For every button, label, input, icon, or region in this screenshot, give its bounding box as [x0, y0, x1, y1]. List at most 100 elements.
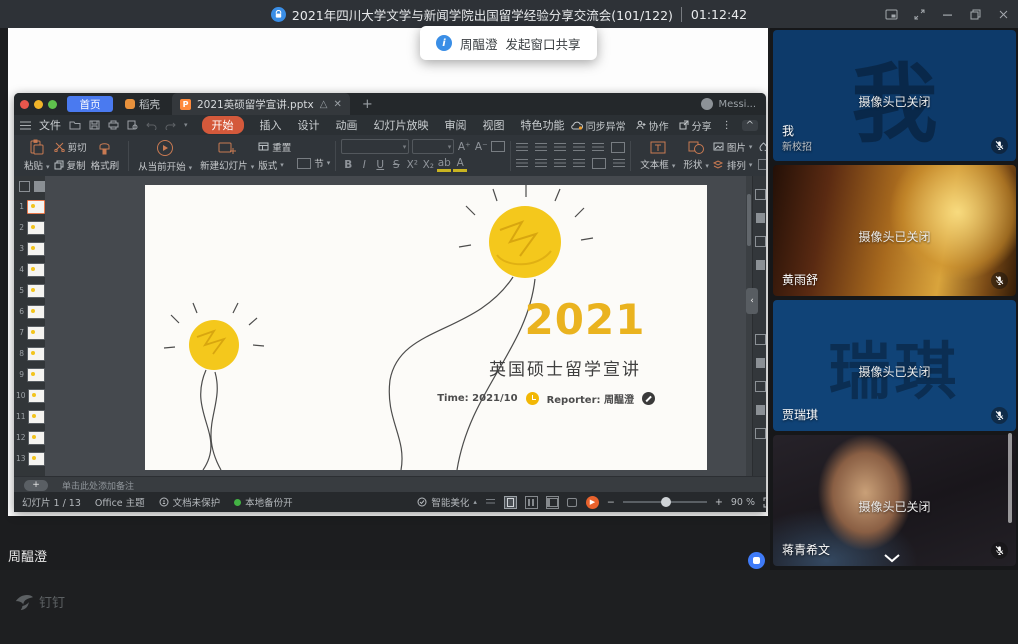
menu-tab-view[interactable]: 视图: [483, 117, 505, 133]
shapes-button[interactable]: 形状 ▾: [679, 140, 713, 171]
section-button[interactable]: 节▾: [297, 156, 330, 170]
highlight-color-button[interactable]: ab: [437, 157, 451, 172]
strikethrough-button[interactable]: S: [389, 159, 403, 171]
video-tile-jia[interactable]: 瑞琪 摄像头已关闭 贾瑞琪: [773, 300, 1016, 431]
minimize-icon[interactable]: [941, 8, 954, 21]
subscript-button[interactable]: X₂: [421, 159, 435, 171]
notes-placeholder[interactable]: 单击此处添加备注: [62, 479, 134, 492]
format-painter-button[interactable]: 格式刷: [87, 140, 124, 172]
font-family-select[interactable]: ▾: [341, 139, 409, 154]
mac-close-dot[interactable]: [20, 100, 29, 109]
layout-button[interactable]: 版式▾: [258, 158, 291, 172]
slide-thumbnail[interactable]: 6: [14, 301, 45, 322]
zoom-slider[interactable]: [623, 501, 707, 503]
slide-thumbnail-preview[interactable]: [28, 389, 45, 403]
play-slideshow-button[interactable]: ▶: [586, 496, 599, 509]
slide-thumbnail[interactable]: 9: [14, 364, 45, 385]
video-tile-self[interactable]: 我 摄像头已关闭 我 新校招: [773, 30, 1016, 161]
font-size-select[interactable]: ▾: [412, 139, 454, 154]
undo-icon[interactable]: [146, 121, 157, 130]
superscript-button[interactable]: X²: [405, 159, 419, 171]
notes-toggle-icon[interactable]: [485, 497, 496, 508]
arrange-button[interactable]: 排列▾: [713, 158, 753, 172]
eraser-tool-icon[interactable]: [756, 358, 765, 368]
copy-button[interactable]: 复制: [54, 158, 87, 172]
slide-thumbnail-preview[interactable]: [27, 263, 45, 277]
underline-button[interactable]: U: [373, 159, 387, 171]
open-folder-icon[interactable]: [69, 120, 81, 130]
mac-zoom-dot[interactable]: [48, 100, 57, 109]
slide-thumbnail-preview[interactable]: [27, 305, 45, 319]
slide-thumbnail[interactable]: 8: [14, 343, 45, 364]
collaborate-button[interactable]: 协作: [636, 118, 669, 133]
menu-tab-insert[interactable]: 插入: [260, 117, 282, 133]
new-tab-button[interactable]: +: [362, 97, 373, 112]
style-brush-icon[interactable]: [756, 213, 765, 223]
redo-icon[interactable]: [165, 121, 176, 130]
zoom-out-button[interactable]: −: [607, 497, 615, 508]
slide-thumbnail-preview[interactable]: [27, 347, 45, 361]
theme-name[interactable]: Office 主题: [95, 495, 145, 509]
wps-docer-tab[interactable]: 稻壳: [125, 97, 160, 112]
columns-icon[interactable]: [592, 158, 606, 169]
add-note-button[interactable]: +: [24, 480, 48, 491]
clear-format-icon[interactable]: [491, 141, 505, 152]
slide-canvas[interactable]: 2021 英国硕士留学宣讲 Time: 2021/10 Reporter: 周醖…: [45, 176, 746, 476]
slide-thumbnail[interactable]: 13: [14, 448, 45, 469]
paste-button[interactable]: 粘贴 ▾: [20, 139, 54, 172]
sync-status-button[interactable]: 同步异常: [571, 118, 626, 133]
bullet-list-icon[interactable]: [516, 143, 528, 152]
slideshow-view-icon[interactable]: [567, 497, 578, 508]
text-direction-icon[interactable]: [611, 142, 625, 153]
restore-icon[interactable]: [969, 8, 982, 21]
reading-view-icon[interactable]: [546, 496, 559, 509]
slide-thumbnail-preview[interactable]: [27, 221, 45, 235]
slide-thumbnail[interactable]: 7: [14, 322, 45, 343]
fill-button[interactable]: 填充▾: [758, 140, 766, 154]
chart-tool-icon[interactable]: [756, 260, 765, 270]
normal-view-icon[interactable]: [504, 496, 517, 509]
slides-view-icon[interactable]: [34, 181, 45, 192]
close-icon[interactable]: [997, 8, 1010, 21]
sidebar-scrollbar-thumb[interactable]: [1008, 433, 1012, 523]
wps-account[interactable]: Messi...: [701, 98, 756, 110]
slide-thumbnail-preview[interactable]: [27, 242, 45, 256]
menu-tab-design[interactable]: 设计: [298, 117, 320, 133]
text-tool-icon[interactable]: [755, 236, 766, 247]
object-browser-icon[interactable]: [755, 189, 766, 200]
share-button[interactable]: 分享: [679, 118, 712, 133]
paragraph-spacing-icon[interactable]: [613, 159, 625, 168]
smart-beautify-button[interactable]: 智能美化▴: [417, 495, 477, 509]
slide-thumbnail-preview[interactable]: [27, 326, 45, 340]
slide-thumbnail-preview[interactable]: [27, 368, 45, 382]
video-tile-huang[interactable]: 摄像头已关闭 黄雨舒: [773, 165, 1016, 296]
decrease-font-button[interactable]: A⁻: [474, 141, 488, 153]
line-spacing-icon[interactable]: [592, 143, 604, 152]
slide-thumbnail[interactable]: 3: [14, 238, 45, 259]
slide-thumbnail-preview[interactable]: [27, 284, 45, 298]
collapse-participants-chevron[interactable]: [878, 550, 906, 566]
slide-thumbnail[interactable]: 5: [14, 280, 45, 301]
audio-tool-icon[interactable]: [755, 381, 766, 392]
increase-indent-icon[interactable]: [573, 143, 585, 152]
menu-tab-special[interactable]: 特色功能: [521, 117, 565, 133]
increase-font-button[interactable]: A⁺: [457, 141, 471, 153]
new-slide-button[interactable]: 新建幻灯片 ▾: [196, 140, 258, 172]
menu-tab-home[interactable]: 开始: [202, 116, 244, 134]
menu-file[interactable]: 文件: [39, 117, 61, 133]
decrease-indent-icon[interactable]: [554, 143, 566, 152]
slide-thumbnail-preview[interactable]: [28, 431, 45, 445]
align-center-icon[interactable]: [535, 159, 547, 168]
tab-close-icon[interactable]: ✕: [333, 99, 341, 110]
more-menu-icon[interactable]: ⋮: [722, 120, 732, 131]
slide-thumbnail-preview[interactable]: [28, 452, 45, 466]
menu-tab-slideshow[interactable]: 幻灯片放映: [374, 117, 429, 133]
floating-message-button[interactable]: [748, 552, 765, 569]
document-protection[interactable]: 文档未保护: [159, 495, 221, 509]
outline-view-icon[interactable]: [19, 181, 30, 192]
comment-tool-icon[interactable]: [755, 334, 766, 345]
wps-document-tab[interactable]: P 2021英硕留学宣讲.pptx △ ✕: [172, 93, 350, 115]
save-icon[interactable]: [89, 120, 100, 130]
slide-thumbnail[interactable]: 1: [14, 196, 45, 217]
outline-button[interactable]: 轮廓▾: [758, 158, 766, 172]
